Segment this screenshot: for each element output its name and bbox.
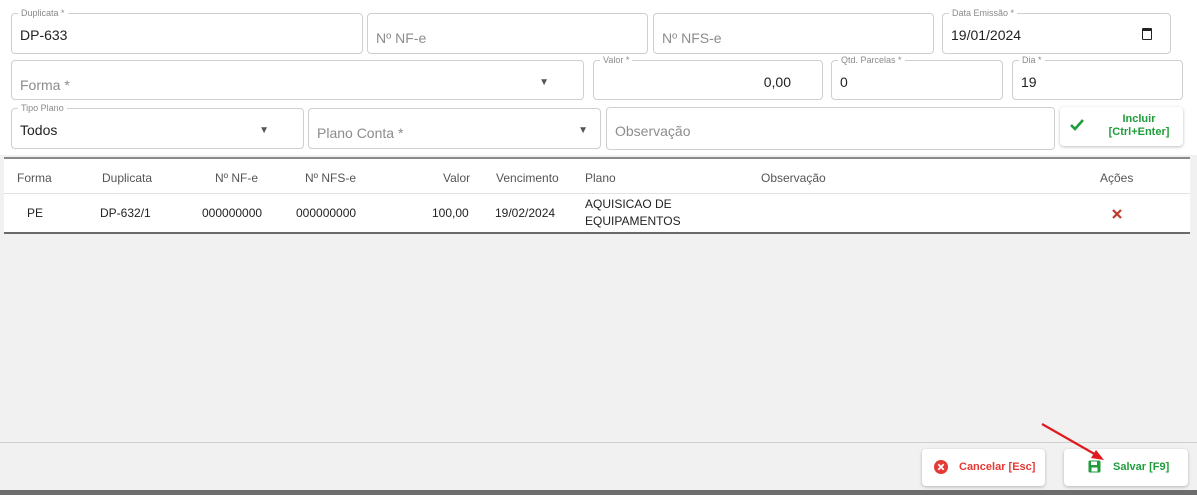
duplicata-field[interactable]: Duplicata * DP-633 bbox=[11, 7, 363, 54]
qtd-parcelas-field[interactable]: Qtd. Parcelas * 0 bbox=[831, 54, 1003, 100]
valor-label: Valor * bbox=[600, 54, 633, 66]
delete-x-icon[interactable] bbox=[1112, 209, 1122, 219]
cell-vencimento: 19/02/2024 bbox=[495, 206, 556, 220]
col-nfse: Nº NFS-e bbox=[305, 171, 357, 185]
incluir-label: Incluir bbox=[1122, 113, 1156, 125]
nfse-placeholder: Nº NFS-e bbox=[662, 30, 722, 46]
col-observacao: Observação bbox=[761, 171, 826, 185]
col-forma: Forma bbox=[17, 171, 52, 185]
check-icon bbox=[1070, 119, 1084, 131]
tipo-plano-value: Todos bbox=[20, 122, 58, 138]
dia-label: Dia * bbox=[1019, 54, 1045, 66]
footer-divider bbox=[0, 442, 1197, 443]
cell-valor: 100,00 bbox=[432, 206, 469, 220]
cancel-button[interactable]: Cancelar [Esc] bbox=[922, 449, 1045, 486]
data-emissao-field[interactable]: Data Emissão * 19/01/2024 bbox=[942, 7, 1171, 54]
forma-placeholder: Forma * bbox=[20, 77, 70, 93]
calendar-icon[interactable] bbox=[1142, 28, 1152, 40]
duplicata-value: DP-633 bbox=[20, 27, 68, 43]
dia-field[interactable]: Dia * 19 bbox=[1012, 54, 1183, 100]
observacao-field[interactable]: Observação bbox=[606, 107, 1055, 150]
incluir-button[interactable]: Incluir [Ctrl+Enter] bbox=[1060, 107, 1183, 146]
cell-duplicata: DP-632/1 bbox=[100, 206, 151, 220]
annotation-arrow-icon bbox=[1041, 423, 1104, 460]
chevron-down-icon: ▼ bbox=[539, 77, 549, 88]
col-nfe: Nº NF-e bbox=[215, 171, 259, 185]
nfe-placeholder: Nº NF-e bbox=[376, 30, 427, 46]
tipo-plano-label: Tipo Plano bbox=[18, 102, 67, 114]
header-divider bbox=[4, 193, 1190, 194]
col-acoes: Ações bbox=[1100, 171, 1134, 185]
plano-conta-select[interactable]: Plano Conta * ▼ bbox=[308, 108, 601, 149]
chevron-down-icon: ▼ bbox=[578, 125, 588, 136]
cell-plano-line2: EQUIPAMENTOS bbox=[585, 214, 681, 228]
cell-nfse: 000000000 bbox=[296, 206, 357, 220]
cell-forma: PE bbox=[27, 206, 44, 220]
qtd-parcelas-label: Qtd. Parcelas * bbox=[838, 54, 905, 66]
col-plano: Plano bbox=[585, 171, 616, 185]
save-label: Salvar [F9] bbox=[1113, 461, 1170, 473]
nfe-field[interactable]: Nº NF-e bbox=[367, 13, 648, 54]
incluir-shortcut: [Ctrl+Enter] bbox=[1108, 126, 1170, 138]
tipo-plano-select[interactable]: Tipo Plano Todos ▼ bbox=[11, 102, 304, 149]
bottom-bar bbox=[0, 490, 1197, 495]
cell-plano-line1: AQUISICAO DE bbox=[585, 197, 672, 211]
observacao-placeholder: Observação bbox=[615, 123, 691, 139]
forma-select[interactable]: Forma * ▼ bbox=[11, 60, 584, 100]
col-vencimento: Vencimento bbox=[496, 171, 559, 185]
col-valor: Valor bbox=[443, 171, 471, 185]
duplicata-label: Duplicata * bbox=[18, 7, 68, 19]
col-duplicata: Duplicata bbox=[102, 171, 153, 185]
valor-value: 0,00 bbox=[763, 74, 791, 90]
chevron-down-icon: ▼ bbox=[259, 125, 269, 136]
valor-field[interactable]: Valor * 0,00 bbox=[593, 54, 823, 100]
cancel-label: Cancelar [Esc] bbox=[959, 461, 1036, 473]
data-emissao-label: Data Emissão * bbox=[949, 7, 1018, 19]
cancel-circle-icon bbox=[934, 460, 948, 474]
cell-nfe: 000000000 bbox=[202, 206, 263, 220]
plano-conta-placeholder: Plano Conta * bbox=[317, 125, 404, 141]
data-emissao-value: 19/01/2024 bbox=[951, 27, 1022, 43]
duplicatas-table: Forma Duplicata Nº NF-e Nº NFS-e Valor V… bbox=[4, 157, 1190, 234]
form-area: Duplicata * DP-633 Nº NF-e Nº NFS-e Data… bbox=[0, 0, 1197, 155]
qtd-parcelas-value: 0 bbox=[840, 74, 848, 90]
dia-value: 19 bbox=[1021, 74, 1037, 90]
nfse-field[interactable]: Nº NFS-e bbox=[653, 13, 934, 54]
